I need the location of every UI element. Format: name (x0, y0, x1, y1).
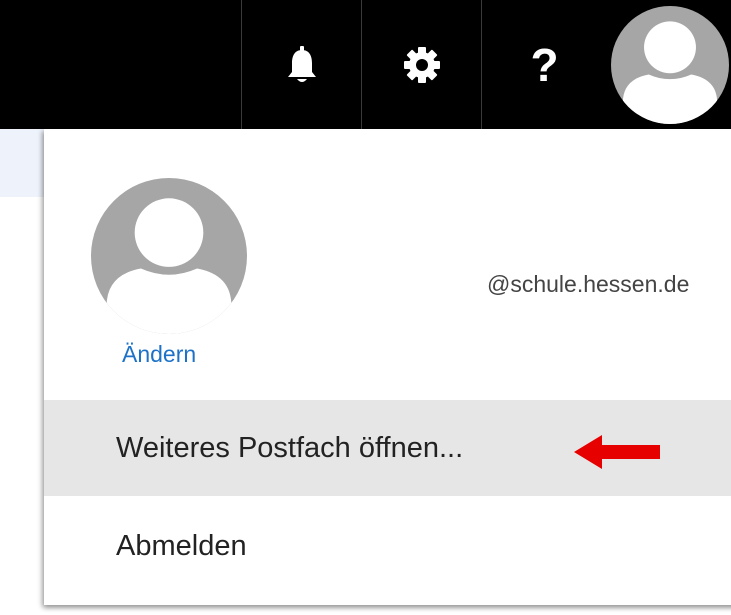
bell-icon (288, 45, 316, 82)
account-dropdown-menu: Ändern @schule.hessen.de Weiteres Postfa… (44, 129, 731, 605)
avatar-icon (611, 6, 729, 124)
change-photo-link[interactable]: Ändern (122, 341, 196, 368)
menu-item-label: Abmelden (116, 529, 247, 562)
account-email: @schule.hessen.de (487, 271, 690, 297)
notifications-button[interactable] (241, 0, 362, 129)
page-background-strip (0, 129, 44, 197)
help-icon: ? (530, 38, 559, 91)
settings-button[interactable] (361, 0, 482, 129)
red-arrow-icon (574, 435, 660, 469)
top-navigation-bar: ? (0, 0, 731, 129)
gear-icon (404, 46, 440, 83)
menu-item-label: Weiteres Postfach öffnen... (116, 431, 464, 464)
help-button[interactable]: ? (481, 0, 607, 129)
sign-out-item[interactable]: Abmelden (44, 498, 731, 594)
profile-picture (91, 178, 247, 334)
account-avatar-button[interactable] (611, 6, 729, 124)
avatar-icon (91, 178, 247, 334)
